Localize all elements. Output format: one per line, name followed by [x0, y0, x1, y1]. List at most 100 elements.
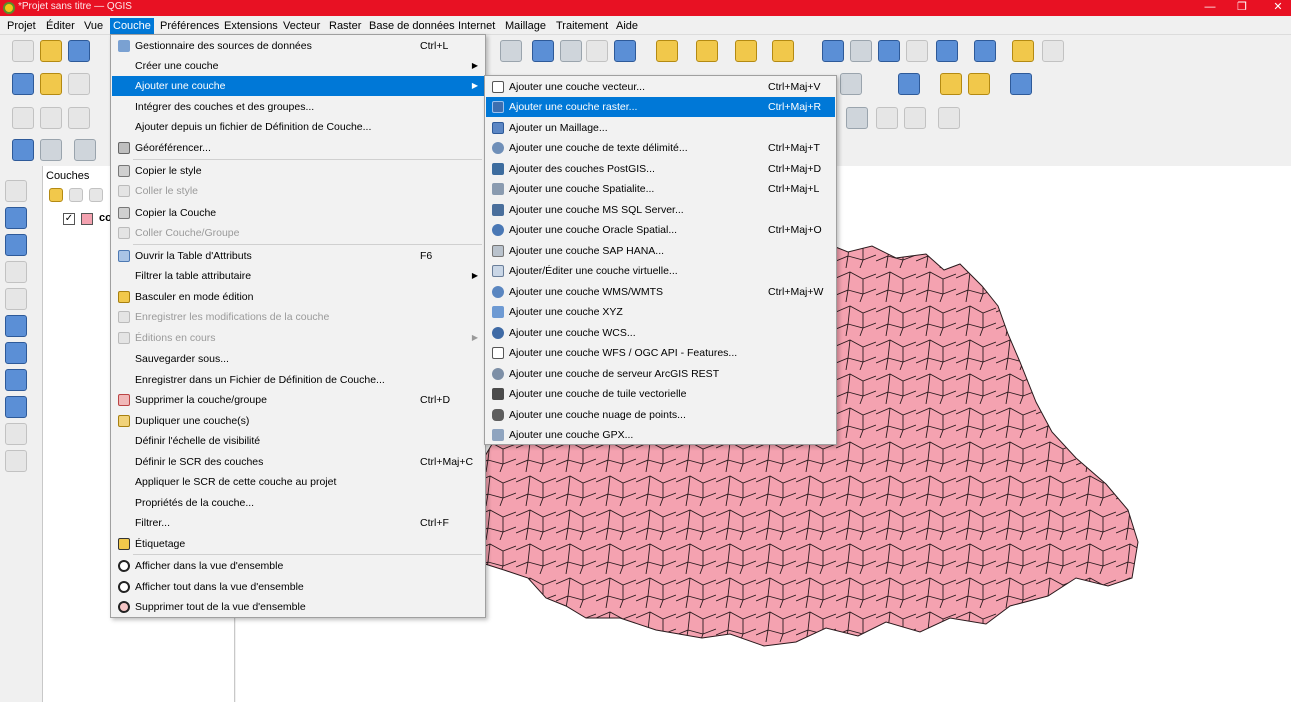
menu-projet[interactable]: Projet: [4, 18, 39, 34]
temporal-controller-icon[interactable]: [586, 40, 608, 62]
menu-item-creer-couche[interactable]: Créer une couche ▶: [112, 56, 484, 76]
add-spatialite-side-icon[interactable]: [5, 288, 27, 310]
menu-item-ajouter-couche[interactable]: Ajouter une couche ▶: [112, 76, 484, 96]
open-table-icon[interactable]: [936, 40, 958, 62]
menu-aide[interactable]: Aide: [613, 18, 641, 34]
submenu-item-couche-virtuelle[interactable]: Ajouter/Éditer une couche virtuelle...: [486, 261, 835, 281]
bookmark-icon[interactable]: [560, 40, 582, 62]
menu-item-enregistrer-definition[interactable]: Enregistrer dans un Fichier de Définitio…: [112, 370, 484, 390]
menu-editer[interactable]: Éditer: [43, 18, 78, 34]
processing-toolbox-icon[interactable]: [878, 40, 900, 62]
menu-item-dupliquer-couche[interactable]: Dupliquer une couche(s): [112, 411, 484, 431]
submenu-item-postgis[interactable]: Ajouter des couches PostGIS... Ctrl+Maj+…: [486, 159, 835, 179]
python-console-icon[interactable]: [940, 73, 962, 95]
layer-checkbox[interactable]: ✓: [63, 213, 75, 225]
select-features-icon[interactable]: [656, 40, 678, 62]
submenu-item-gpx[interactable]: Ajouter une couche GPX...: [486, 425, 835, 445]
submenu-item-nuage-points[interactable]: Ajouter une couche nuage de points...: [486, 405, 835, 425]
menu-item-table-attributs[interactable]: Ouvrir la Table d'Attributs F6: [112, 246, 484, 266]
delete-selected-icon[interactable]: [876, 107, 898, 129]
new-project-icon[interactable]: [12, 40, 34, 62]
menu-item-sauvegarder-sous[interactable]: Sauvegarder sous...: [112, 349, 484, 369]
add-postgis-side-icon[interactable]: [5, 342, 27, 364]
menu-item-enregistrer-modifs[interactable]: Enregistrer les modifications de la couc…: [112, 307, 484, 327]
menu-raster[interactable]: Raster: [326, 18, 364, 34]
menu-item-afficher-tout-vue-ensemble[interactable]: Afficher tout dans la vue d'ensemble: [112, 577, 484, 597]
submenu-item-spatialite[interactable]: Ajouter une couche Spatialite... Ctrl+Ma…: [486, 179, 835, 199]
menu-item-integrer-couches[interactable]: Intégrer des couches et des groupes...: [112, 97, 484, 117]
submenu-item-maillage[interactable]: Ajouter un Maillage...: [486, 118, 835, 138]
add-raster-layer-side-icon[interactable]: [5, 207, 27, 229]
menu-item-mode-edition[interactable]: Basculer en mode édition: [112, 287, 484, 307]
new-layer-side-icon[interactable]: [5, 450, 27, 472]
plugin-settings-icon[interactable]: [1042, 40, 1064, 62]
menu-item-gestionnaire-sources[interactable]: Gestionnaire des sources de données Ctrl…: [112, 36, 484, 56]
menu-item-scr-couches[interactable]: Définir le SCR des couches Ctrl+Maj+C: [112, 452, 484, 472]
pan-to-selection-icon[interactable]: [12, 139, 34, 161]
submenu-item-wfs[interactable]: Ajouter une couche WFS / OGC API - Featu…: [486, 343, 835, 363]
vertex-tool-icon[interactable]: [12, 107, 34, 129]
menu-item-coller-couche[interactable]: Coller Couche/Groupe: [112, 223, 484, 243]
submenu-item-oracle[interactable]: Ajouter une couche Oracle Spatial... Ctr…: [486, 220, 835, 240]
menu-item-georeferencer[interactable]: Géoréférencer...: [112, 138, 484, 158]
submenu-item-xyz[interactable]: Ajouter une couche XYZ: [486, 302, 835, 322]
submenu-item-mssql[interactable]: Ajouter une couche MS SQL Server...: [486, 200, 835, 220]
paste-features-icon[interactable]: [938, 107, 960, 129]
style-manager-icon[interactable]: [898, 73, 920, 95]
menu-item-copier-style[interactable]: Copier le style: [112, 161, 484, 181]
submenu-item-sap-hana[interactable]: Ajouter une couche SAP HANA...: [486, 241, 835, 261]
menu-item-appliquer-scr[interactable]: Appliquer le SCR de cette couche au proj…: [112, 472, 484, 492]
identify-icon[interactable]: [822, 40, 844, 62]
menu-item-copier-couche[interactable]: Copier la Couche: [112, 203, 484, 223]
pan-map-icon[interactable]: [500, 40, 522, 62]
digitize-icon[interactable]: [840, 73, 862, 95]
add-mesh-layer-side-icon[interactable]: [5, 234, 27, 256]
menu-item-filtrer-table[interactable]: Filtrer la table attributaire ▶: [112, 266, 484, 286]
submenu-item-wcs[interactable]: Ajouter une couche WCS...: [486, 323, 835, 343]
menu-maillage[interactable]: Maillage: [502, 18, 549, 34]
menu-item-ajouter-definition[interactable]: Ajouter depuis un fichier de Définition …: [112, 117, 484, 137]
visibility-icon[interactable]: [89, 188, 103, 202]
add-wms-side-icon[interactable]: [5, 369, 27, 391]
menu-extensions[interactable]: Extensions: [221, 18, 281, 34]
submenu-item-arcgis-rest[interactable]: Ajouter une couche de serveur ArcGIS RES…: [486, 364, 835, 384]
restore-button[interactable]: ❐: [1230, 0, 1254, 16]
add-vector-layer-icon[interactable]: [68, 73, 90, 95]
deselect-icon[interactable]: [735, 40, 757, 62]
add-wfs-side-icon[interactable]: [5, 423, 27, 445]
close-button[interactable]: ✕: [1266, 0, 1290, 16]
cut-features-icon[interactable]: [904, 107, 926, 129]
menu-item-etiquetage[interactable]: Étiquetage: [112, 534, 484, 554]
locator-icon[interactable]: [74, 139, 96, 161]
style-panel-icon[interactable]: [49, 188, 63, 202]
data-source-manager-toolbar-icon[interactable]: [12, 73, 34, 95]
add-virtual-layer-side-icon[interactable]: [5, 315, 27, 337]
menu-couche[interactable]: Couche: [110, 18, 154, 34]
statistics-icon[interactable]: [906, 40, 928, 62]
add-wcs-side-icon[interactable]: [5, 396, 27, 418]
menu-item-coller-style[interactable]: Coller le style: [112, 181, 484, 201]
plugins-icon[interactable]: [968, 73, 990, 95]
menu-item-editions-en-cours[interactable]: Éditions en cours ▶: [112, 328, 484, 348]
menu-item-filtrer[interactable]: Filtrer... Ctrl+F: [112, 513, 484, 533]
submenu-item-raster[interactable]: Ajouter une couche raster... Ctrl+Maj+R: [486, 97, 835, 117]
menu-item-echelle-visibilite[interactable]: Définir l'échelle de visibilité: [112, 431, 484, 451]
select-by-value-icon[interactable]: [696, 40, 718, 62]
menu-internet[interactable]: Internet: [455, 18, 498, 34]
menu-vecteur[interactable]: Vecteur: [280, 18, 323, 34]
menu-vue[interactable]: Vue: [81, 18, 106, 34]
zoom-full-icon[interactable]: [40, 139, 62, 161]
submenu-item-tuile-vectorielle[interactable]: Ajouter une couche de tuile vectorielle: [486, 384, 835, 404]
zoom-layer-icon[interactable]: [532, 40, 554, 62]
split-features-icon[interactable]: [68, 107, 90, 129]
add-group-icon[interactable]: [69, 188, 83, 202]
menu-item-afficher-vue-ensemble[interactable]: Afficher dans la vue d'ensemble: [112, 556, 484, 576]
add-vector-layer-side-icon[interactable]: [5, 180, 27, 202]
add-ring-icon[interactable]: [40, 107, 62, 129]
snapping-icon[interactable]: [846, 107, 868, 129]
submenu-item-texte-delimite[interactable]: Ajouter une couche de texte délimité... …: [486, 138, 835, 158]
help-icon[interactable]: [1010, 73, 1032, 95]
new-layer-icon[interactable]: [40, 73, 62, 95]
menu-base-de-donnees[interactable]: Base de données: [366, 18, 458, 34]
add-delimited-text-side-icon[interactable]: [5, 261, 27, 283]
